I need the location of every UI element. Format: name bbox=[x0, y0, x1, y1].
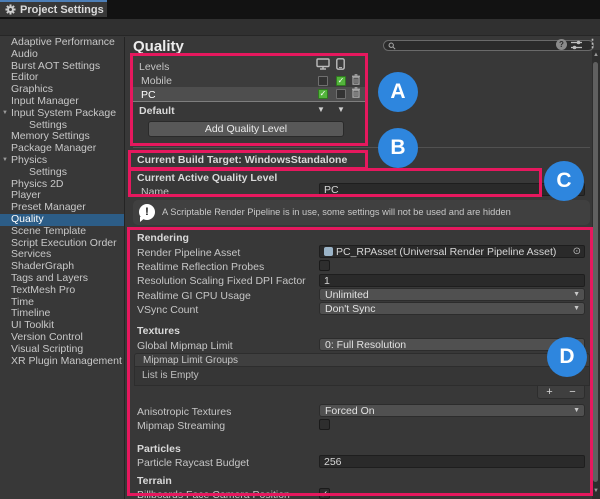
sidebar-item-label: Input System Package bbox=[11, 107, 116, 119]
tab-title: Project Settings bbox=[20, 4, 104, 16]
sidebar-item-scene-template[interactable]: Scene Template bbox=[0, 226, 124, 238]
annotation-badge-c: C bbox=[544, 161, 584, 201]
project-settings-window: Project Settings Adaptive Performance Au… bbox=[0, 0, 600, 499]
gear-icon bbox=[5, 4, 16, 15]
presets-icon[interactable] bbox=[571, 40, 582, 50]
sidebar-item-audio[interactable]: Audio bbox=[0, 49, 124, 61]
scroll-down-icon[interactable]: ▼ bbox=[592, 488, 600, 494]
search-icon bbox=[388, 42, 396, 50]
sidebar-item-physics-settings[interactable]: Settings bbox=[0, 167, 124, 179]
annotation-badge-d: D bbox=[547, 337, 587, 377]
sidebar: Adaptive Performance Audio Burst AOT Set… bbox=[0, 37, 125, 499]
sidebar-item-quality[interactable]: Quality bbox=[0, 214, 124, 226]
tab-project-settings[interactable]: Project Settings bbox=[0, 0, 107, 17]
annotation-box-c bbox=[128, 168, 542, 197]
help-icon[interactable]: ? bbox=[556, 39, 567, 50]
sidebar-item-visual-scripting[interactable]: Visual Scripting bbox=[0, 344, 124, 356]
sidebar-item-textmesh-pro[interactable]: TextMesh Pro bbox=[0, 285, 124, 297]
sidebar-item-label: Physics bbox=[11, 154, 47, 166]
annotation-box-b bbox=[128, 150, 368, 170]
annotation-badge-a: A bbox=[378, 72, 418, 112]
settings-toolbar bbox=[0, 19, 600, 36]
warning-box: ! A Scriptable Render Pipeline is in use… bbox=[133, 200, 590, 225]
annotation-badge-b: B bbox=[378, 128, 418, 168]
sidebar-item-version-control[interactable]: Version Control bbox=[0, 332, 124, 344]
section-divider bbox=[133, 147, 590, 148]
annotation-box-d bbox=[127, 227, 593, 496]
warning-text: A Scriptable Render Pipeline is in use, … bbox=[162, 207, 511, 217]
scrollbar-thumb[interactable] bbox=[593, 62, 598, 482]
annotation-box-a bbox=[130, 53, 368, 146]
sidebar-item-xr-plugin-management[interactable]: XR Plugin Management bbox=[0, 356, 124, 368]
sidebar-item-input-system-package[interactable]: ▼Input System Package bbox=[0, 108, 124, 120]
foldout-icon[interactable]: ▼ bbox=[2, 108, 8, 120]
sidebar-item-physics[interactable]: ▼Physics bbox=[0, 155, 124, 167]
sidebar-item-tags-and-layers[interactable]: Tags and Layers bbox=[0, 273, 124, 285]
foldout-icon[interactable]: ▼ bbox=[2, 155, 8, 167]
scroll-up-icon[interactable]: ▲ bbox=[592, 52, 600, 58]
tab-bar: Project Settings bbox=[0, 0, 600, 19]
search-input[interactable] bbox=[399, 41, 579, 50]
warning-icon: ! bbox=[139, 204, 155, 220]
kebab-menu-icon[interactable]: ⋮ bbox=[587, 37, 598, 50]
